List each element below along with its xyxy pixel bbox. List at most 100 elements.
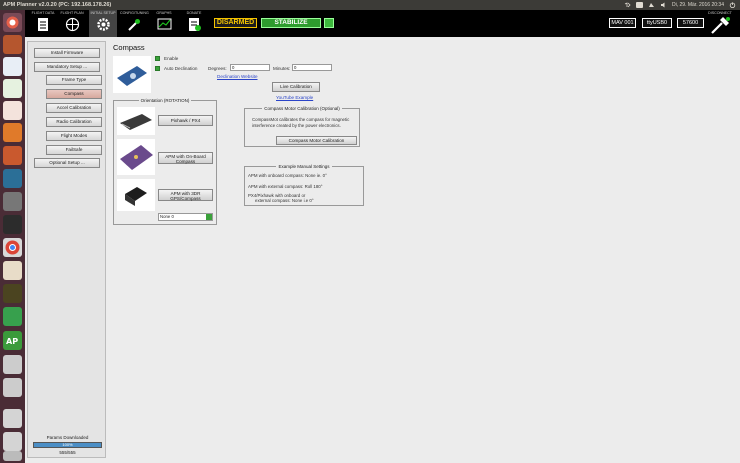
mav-select[interactable]: MAV 001: [609, 18, 636, 28]
rotation-select[interactable]: None 0: [158, 213, 213, 221]
globe-icon: [65, 17, 80, 32]
donate-icon: [189, 18, 201, 31]
impress-icon[interactable]: [3, 101, 22, 120]
auto-declination-label: Auto Declination: [164, 66, 198, 71]
apm-planner-icon[interactable]: AP: [3, 331, 22, 350]
board-apm-onboard-button[interactable]: APM with On-Board Compass: [158, 152, 213, 164]
mandatory-setup-button[interactable]: Mandatory Setup ...: [34, 62, 100, 72]
baud-select[interactable]: 57600: [677, 18, 704, 28]
page-title: Compass: [113, 43, 145, 52]
calc-icon[interactable]: [3, 79, 22, 98]
apm-toolbar: FLIGHT DATA FLIGHT PLAN INITIAL SETUP CO…: [25, 10, 740, 37]
dropbox-icon[interactable]: [636, 2, 644, 8]
motor-calibration-group: Compass Motor Calibration (Optional) Com…: [244, 106, 360, 147]
chrome-icon[interactable]: [3, 238, 22, 257]
example-settings-title: Example Manual Settings: [276, 164, 332, 169]
compass-board-image: [113, 56, 151, 93]
rotation-select-value: None 0: [160, 214, 174, 219]
system-top-bar: APM Planner v2.0.20 (PC: 192.168.178.26)…: [0, 0, 740, 10]
graph-icon: [157, 18, 172, 30]
params-progress-text: 100%: [62, 442, 73, 447]
disconnect-button[interactable]: DISCONNECT: [705, 11, 735, 36]
sidebar-item-compass[interactable]: Compass: [46, 89, 102, 99]
window-title: APM Planner v2.0.20 (PC: 192.168.178.26): [3, 2, 112, 8]
volume-icon[interactable]: [660, 2, 667, 8]
example-line-4: external compass: None i.e 0°: [255, 198, 314, 203]
sidebar-item-flight-modes[interactable]: Flight Modes: [46, 131, 102, 141]
trash-icon[interactable]: [3, 451, 22, 461]
toolbar-flight-plan[interactable]: FLIGHT PLAN: [58, 10, 86, 37]
gear-icon: [97, 18, 110, 31]
minutes-label: Minutes:: [273, 66, 291, 71]
usb-drive-2-icon[interactable]: [3, 378, 22, 397]
degrees-input[interactable]: 0: [230, 64, 270, 71]
power-icon[interactable]: [729, 2, 736, 8]
setup-sidebar: Install Firmware Mandatory Setup ... Fra…: [27, 41, 106, 458]
board-apm-3dr-button[interactable]: APM with 3DR GPS/Compass: [158, 189, 213, 201]
live-calibration-button[interactable]: Live Calibration: [272, 82, 320, 92]
flight-mode: STABILIZE: [261, 18, 321, 28]
toolbar-donate[interactable]: DONATE: [180, 10, 208, 37]
toolbar-graphs[interactable]: GRAPHS: [150, 10, 178, 37]
instrument-icon: [38, 18, 48, 31]
params-downloaded-label: Params Downloaded: [46, 435, 89, 440]
link-status-indicator: [324, 18, 334, 28]
example-line-2: APM with external compass: Roll 180°: [248, 184, 323, 189]
degrees-label: Degrees:: [208, 66, 227, 71]
enable-label: Enable: [164, 56, 179, 61]
writer-icon[interactable]: [3, 57, 22, 76]
chart-app-icon[interactable]: [3, 261, 22, 280]
motor-calibration-title: Compass Motor Calibration (Optional): [262, 106, 342, 111]
usb-drive-icon[interactable]: [3, 355, 22, 374]
example-settings-group: Example Manual Settings APM with onboard…: [244, 164, 364, 206]
folder-2-icon[interactable]: [3, 432, 22, 451]
drive-icon[interactable]: [3, 192, 22, 211]
apm-onboard-image: [117, 139, 155, 175]
app-launcher: AP: [0, 10, 25, 463]
settings-icon[interactable]: [3, 146, 22, 165]
dash-icon[interactable]: [3, 13, 22, 32]
toolbar-flight-data[interactable]: FLIGHT DATA: [29, 10, 57, 37]
optional-setup-button[interactable]: Optional Setup ...: [34, 158, 100, 168]
sidebar-item-failsafe[interactable]: FailSafe: [46, 145, 102, 155]
sidebar-item-accel-calibration[interactable]: Accel Calibration: [46, 103, 102, 113]
board-pixhawk-button[interactable]: Pixhawk / PX4: [158, 115, 213, 126]
orientation-group: Orientation (ROTATION) Pixhawk / PX4 APM…: [113, 98, 217, 225]
install-firmware-button[interactable]: Install Firmware: [34, 48, 100, 58]
params-count: 555/555: [59, 450, 76, 455]
port-select[interactable]: ttyUSB0: [642, 18, 672, 28]
software-center-icon[interactable]: [3, 123, 22, 142]
orientation-title: Orientation (ROTATION): [138, 98, 192, 103]
toolbar-initial-setup[interactable]: INITIAL SETUP: [89, 10, 117, 37]
chevron-down-icon: [206, 214, 212, 220]
pixhawk-image: [117, 107, 155, 135]
terminal-icon[interactable]: [3, 215, 22, 234]
plug-icon: [711, 17, 730, 34]
arm-status: DISARMED: [214, 18, 257, 28]
minutes-input[interactable]: 0: [292, 64, 332, 71]
sidebar-item-frame-type[interactable]: Frame Type: [46, 75, 102, 85]
clock[interactable]: Di, 29. Mär. 2016 20:34: [672, 2, 724, 8]
apm-3dr-gps-image: [117, 179, 155, 211]
network-icon[interactable]: [648, 2, 655, 8]
sidebar-item-radio-calibration[interactable]: Radio Calibration: [46, 117, 102, 127]
example-line-1: APM with onboard compass: None ie. 0°: [248, 173, 327, 178]
youtube-example-link[interactable]: YouTube Example: [276, 95, 313, 100]
svg-text:AP: AP: [6, 337, 18, 346]
compass-page: Compass Enable Auto Declination Degrees:…: [109, 41, 740, 458]
toolbar-config-tuning[interactable]: CONFIG/TUNING: [120, 10, 149, 37]
folder-icon[interactable]: [3, 409, 22, 428]
keyboard-icon[interactable]: [624, 2, 631, 8]
wrench-icon: [128, 19, 140, 31]
compass-motor-calibration-button[interactable]: Compass Motor Calibration: [276, 136, 357, 145]
globe-app-icon[interactable]: [3, 169, 22, 188]
monitor-app-icon[interactable]: [3, 284, 22, 303]
auto-declination-checkbox[interactable]: [155, 66, 160, 71]
qgc-icon[interactable]: [3, 307, 22, 326]
enable-checkbox[interactable]: [155, 56, 160, 61]
files-icon[interactable]: [3, 35, 22, 54]
declination-website-link[interactable]: Declination Website: [217, 74, 258, 79]
system-tray: Di, 29. Mär. 2016 20:34: [624, 1, 736, 9]
params-progress-bar: 100%: [33, 442, 102, 448]
motor-calibration-text: CompassMot calibrates the compass for ma…: [252, 117, 350, 128]
